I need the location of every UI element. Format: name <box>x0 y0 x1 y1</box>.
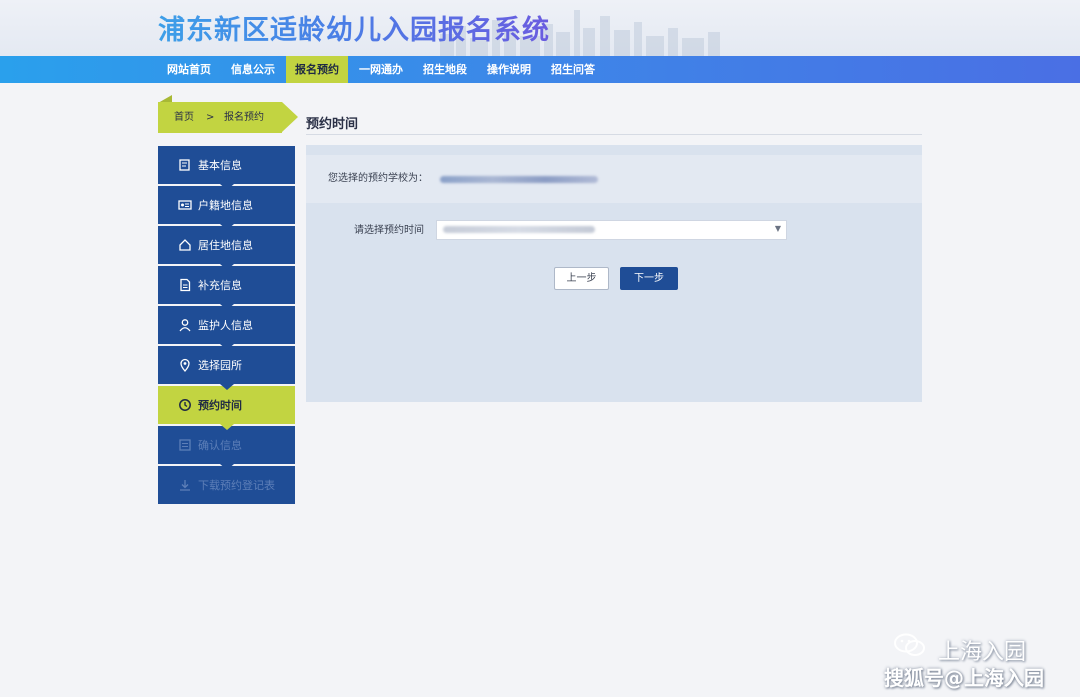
site-header: 浦东新区适龄幼儿入园报名系统 <box>0 0 1080 56</box>
selected-school-row: 您选择的预约学校为： <box>306 155 922 203</box>
step-connector <box>220 424 234 430</box>
nav-item-enrollment-zone[interactable]: 招生地段 <box>414 56 476 83</box>
site-title: 浦东新区适龄幼儿入园报名系统 <box>158 8 550 47</box>
breadcrumb-home-link[interactable]: 首页 <box>174 102 194 133</box>
sidebar-item-label: 确认信息 <box>198 439 242 452</box>
sidebar-item-supplementary-info[interactable]: 补充信息 <box>158 266 295 310</box>
nav-item-home[interactable]: 网站首页 <box>158 56 220 83</box>
selected-school-value-blurred <box>440 176 598 183</box>
sidebar-item-download-form[interactable]: 下载预约登记表 <box>158 466 295 504</box>
sidebar-item-choose-school[interactable]: 选择园所 <box>158 346 295 390</box>
appointment-time-label: 请选择预约时间 <box>354 225 424 236</box>
title-divider <box>306 134 922 135</box>
watermark-source: 搜狐号@上海入园 <box>884 666 1044 690</box>
id-card-icon <box>178 200 192 210</box>
breadcrumb-current: 报名预约 <box>224 112 264 123</box>
sidebar-item-appointment-time[interactable]: 预约时间 <box>158 386 295 430</box>
sidebar-item-label: 预约时间 <box>198 399 242 412</box>
main-nav: 网站首页 信息公示 报名预约 一网通办 招生地段 操作说明 招生问答 <box>0 56 1080 83</box>
next-step-button[interactable]: 下一步 <box>620 267 678 290</box>
sidebar-item-guardian-info[interactable]: 监护人信息 <box>158 306 295 350</box>
breadcrumb-separator: > <box>206 112 215 123</box>
chevron-down-icon: ▼ <box>774 224 781 233</box>
page-title: 预约时间 <box>306 117 359 132</box>
sidebar-item-label: 补充信息 <box>198 279 242 292</box>
sidebar-item-label: 监护人信息 <box>198 319 253 332</box>
sidebar-item-label: 居住地信息 <box>198 239 253 252</box>
download-icon <box>180 480 190 491</box>
sidebar-item-label: 选择园所 <box>198 359 242 372</box>
form-icon <box>179 159 190 171</box>
sidebar-item-label: 基本信息 <box>198 159 242 172</box>
step-sidebar: 基本信息 户籍地信息 居住地信息 补充信息 监护人信息 选择园所 预约时间 确认… <box>158 146 295 506</box>
sidebar-item-label: 户籍地信息 <box>198 199 253 212</box>
sidebar-item-residence-info[interactable]: 居住地信息 <box>158 226 295 270</box>
step-connector <box>220 184 234 190</box>
breadcrumb: 首页 > 报名预约 <box>158 102 298 133</box>
nav-item-notice[interactable]: 信息公示 <box>222 56 284 83</box>
wechat-icon <box>894 633 925 656</box>
checklist-icon <box>179 439 191 451</box>
appointment-panel: 您选择的预约学校为： 请选择预约时间 ▼ 上一步 下一步 <box>306 145 922 402</box>
step-connector <box>220 384 234 390</box>
nav-item-faq[interactable]: 招生问答 <box>542 56 604 83</box>
step-connector <box>220 224 234 230</box>
sidebar-item-label: 下载预约登记表 <box>198 479 275 492</box>
step-connector <box>220 304 234 310</box>
step-connector <box>220 464 234 470</box>
nav-item-registration[interactable]: 报名预约 <box>286 56 348 83</box>
document-icon <box>180 278 191 292</box>
home-icon <box>179 239 191 251</box>
person-icon <box>179 319 191 332</box>
nav-item-instructions[interactable]: 操作说明 <box>478 56 540 83</box>
location-pin-icon <box>180 358 190 372</box>
sidebar-item-household-info[interactable]: 户籍地信息 <box>158 186 295 230</box>
clock-icon <box>179 399 191 411</box>
appointment-time-value-blurred <box>443 226 595 233</box>
step-connector <box>220 344 234 350</box>
step-connector <box>220 264 234 270</box>
selected-school-label: 您选择的预约学校为： <box>328 173 428 184</box>
appointment-time-select[interactable]: ▼ <box>436 220 787 240</box>
sidebar-item-confirm-info[interactable]: 确认信息 <box>158 426 295 470</box>
sidebar-item-basic-info[interactable]: 基本信息 <box>158 146 295 190</box>
prev-step-button[interactable]: 上一步 <box>554 267 609 290</box>
nav-item-one-stop[interactable]: 一网通办 <box>350 56 412 83</box>
